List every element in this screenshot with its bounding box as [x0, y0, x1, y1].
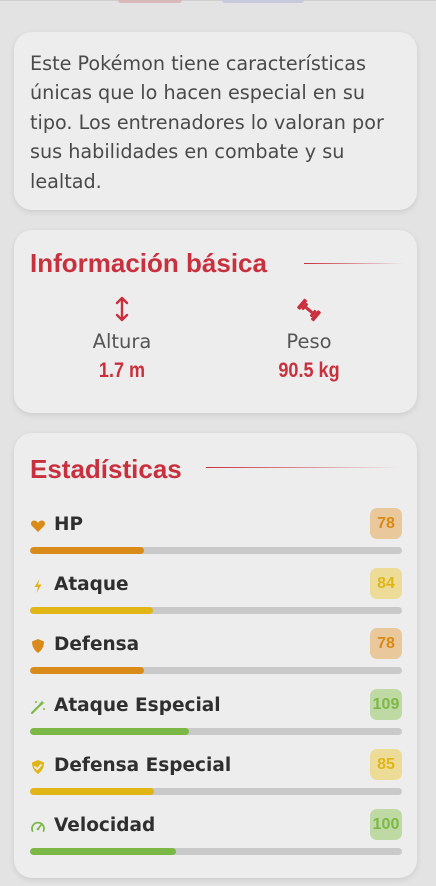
- stat-bar-fill: [30, 728, 189, 735]
- stats-card: Estadísticas HP 78 Ataque 84 Defensa 78 …: [14, 433, 417, 878]
- stat-bar-fill: [30, 667, 144, 674]
- stat-value-badge: 78: [370, 508, 402, 539]
- stat-value-badge: 84: [370, 568, 402, 599]
- stat-bar-track: [30, 788, 402, 795]
- stat-name: HP: [54, 514, 84, 535]
- stat-bar-fill: [30, 788, 154, 795]
- stat-row-defense: Defensa 78: [30, 628, 402, 678]
- dumbbell-icon: [239, 296, 379, 326]
- stat-bar-fill: [30, 547, 144, 554]
- magic-wand-icon: [30, 699, 46, 715]
- shield-icon: [30, 638, 46, 654]
- type-chip-edge-right: [222, 0, 304, 3]
- description-card: Este Pokémon tiene características única…: [14, 32, 417, 210]
- stat-name: Ataque: [54, 574, 129, 595]
- stat-value-badge: 85: [370, 749, 402, 780]
- arrows-vertical-icon: [52, 296, 192, 326]
- stat-bar-track: [30, 607, 402, 614]
- stat-bar-fill: [30, 848, 176, 855]
- title-divider: [304, 263, 404, 264]
- weight-label: Peso: [286, 330, 332, 353]
- stat-bar-fill: [30, 607, 153, 614]
- stat-bar-track: [30, 547, 402, 554]
- height-label: Altura: [92, 330, 152, 353]
- stat-name: Defensa Especial: [54, 755, 232, 776]
- height-value: 1.7 m: [98, 359, 146, 382]
- stat-bar-track: [30, 667, 402, 674]
- title-divider: [206, 467, 402, 468]
- gauge-icon: [30, 819, 46, 835]
- stat-bar-track: [30, 848, 402, 855]
- type-chip-edge-left: [118, 0, 182, 3]
- stat-value-badge: 78: [370, 628, 402, 659]
- stat-row-special-defense: Defensa Especial 85: [30, 749, 402, 799]
- bolt-icon: [30, 578, 46, 594]
- stat-bar-track: [30, 728, 402, 735]
- weight-value: 90.5 kg: [278, 359, 340, 382]
- stat-name: Velocidad: [54, 815, 156, 836]
- basic-info-card: Información básica Altura 1.7 m Peso 90.: [14, 230, 417, 413]
- stat-row-hp: HP 78: [30, 508, 402, 558]
- stat-row-speed: Velocidad 100: [30, 809, 402, 859]
- stat-value-badge: 100: [370, 809, 402, 840]
- height-metric: Altura 1.7 m: [52, 296, 192, 383]
- heart-icon: [30, 518, 46, 534]
- stat-value-badge: 109: [370, 689, 402, 720]
- top-edge: [0, 0, 436, 1]
- stat-row-special-attack: Ataque Especial 109: [30, 689, 402, 739]
- stat-name: Ataque Especial: [54, 695, 221, 716]
- stats-title: Estadísticas: [30, 454, 182, 484]
- shield-check-icon: [30, 759, 46, 775]
- stat-row-attack: Ataque 84: [30, 568, 402, 618]
- weight-metric: Peso 90.5 kg: [239, 296, 379, 383]
- description-text: Este Pokémon tiene características única…: [30, 52, 384, 193]
- basic-info-title: Información básica: [30, 248, 267, 278]
- stat-name: Defensa: [54, 634, 140, 655]
